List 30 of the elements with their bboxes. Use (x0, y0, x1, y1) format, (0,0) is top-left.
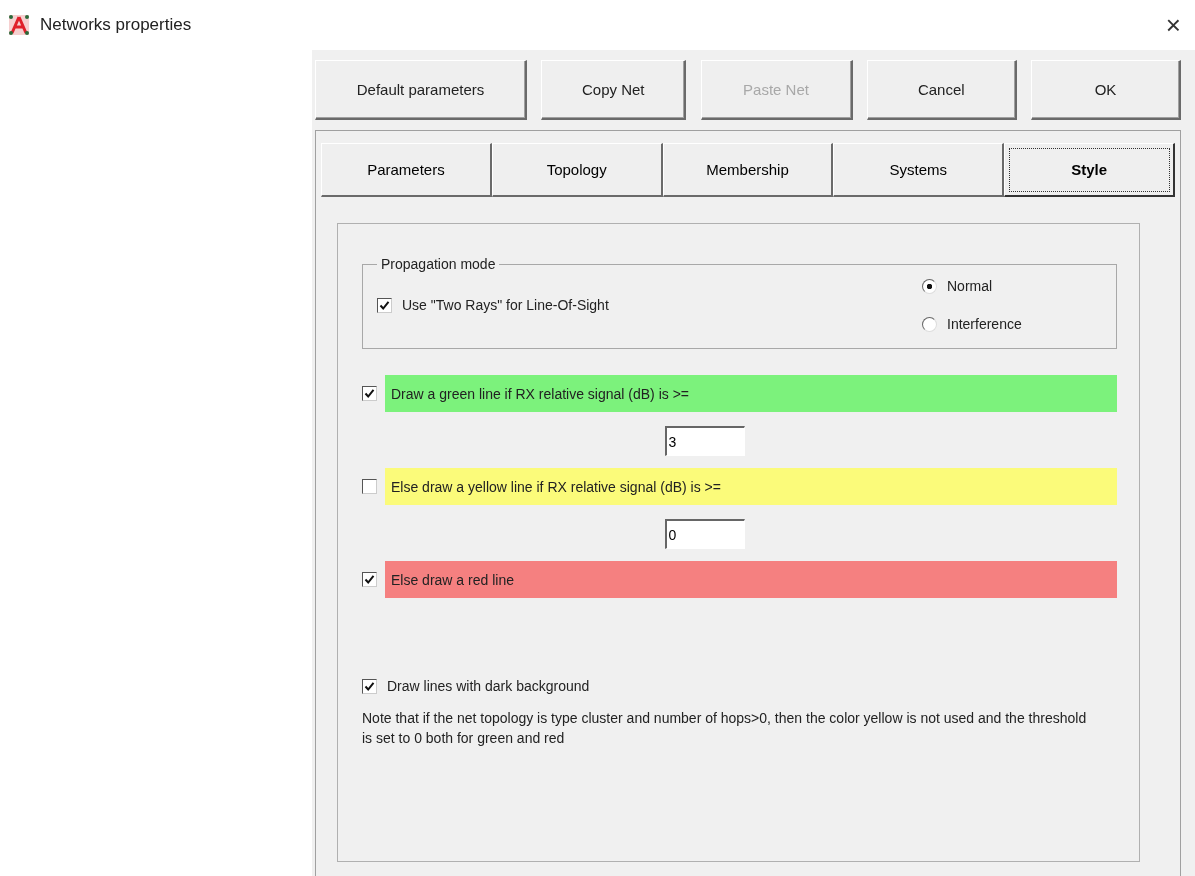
radio-button[interactable] (922, 316, 937, 332)
checkbox[interactable] (362, 479, 377, 494)
network-icon (8, 14, 30, 36)
radio-button[interactable] (922, 278, 937, 294)
dialog-button[interactable]: Default parameters (315, 60, 527, 120)
checkbox[interactable] (362, 386, 377, 401)
radio-label: Normal (947, 278, 993, 294)
group-title: Propagation mode (380, 256, 497, 272)
tab[interactable]: Style (1004, 143, 1175, 197)
threshold-field[interactable]: 3 (664, 426, 745, 456)
color-band-label: Draw a green line if RX relative signal (dB) is >= (385, 375, 1117, 412)
checkbox[interactable] (362, 572, 377, 587)
tab[interactable]: Parameters (321, 143, 492, 197)
tab[interactable]: Membership (662, 143, 834, 197)
color-band-label: Else draw a yellow line if RX relative signal (dB) is >= (385, 468, 1117, 505)
checkbox-label: Use "Two Rays" for Line-Of-Sight (402, 297, 609, 313)
color-band-label: Else draw a red line (385, 561, 1117, 598)
checkbox[interactable] (362, 678, 377, 694)
window-title: Networks properties (40, 15, 193, 35)
tab[interactable]: Systems (833, 143, 1005, 197)
threshold-field[interactable]: 0 (664, 519, 745, 549)
dialog-button[interactable]: Copy Net (541, 60, 687, 120)
close-button[interactable]: × (1165, 9, 1187, 41)
checkbox-label: Draw lines with dark background (387, 678, 590, 694)
dialog-button[interactable]: OK (1031, 60, 1181, 120)
checkbox[interactable] (377, 297, 392, 313)
radio-label: Interference (947, 316, 1022, 332)
tab[interactable]: Topology (491, 143, 663, 197)
dialog-button[interactable]: Cancel (866, 60, 1017, 120)
note-text: Note that if the net topology is type cluster and number of hops>0, then the color yellow is not used and the threshold is set to 0 both for green and red (362, 709, 1088, 749)
